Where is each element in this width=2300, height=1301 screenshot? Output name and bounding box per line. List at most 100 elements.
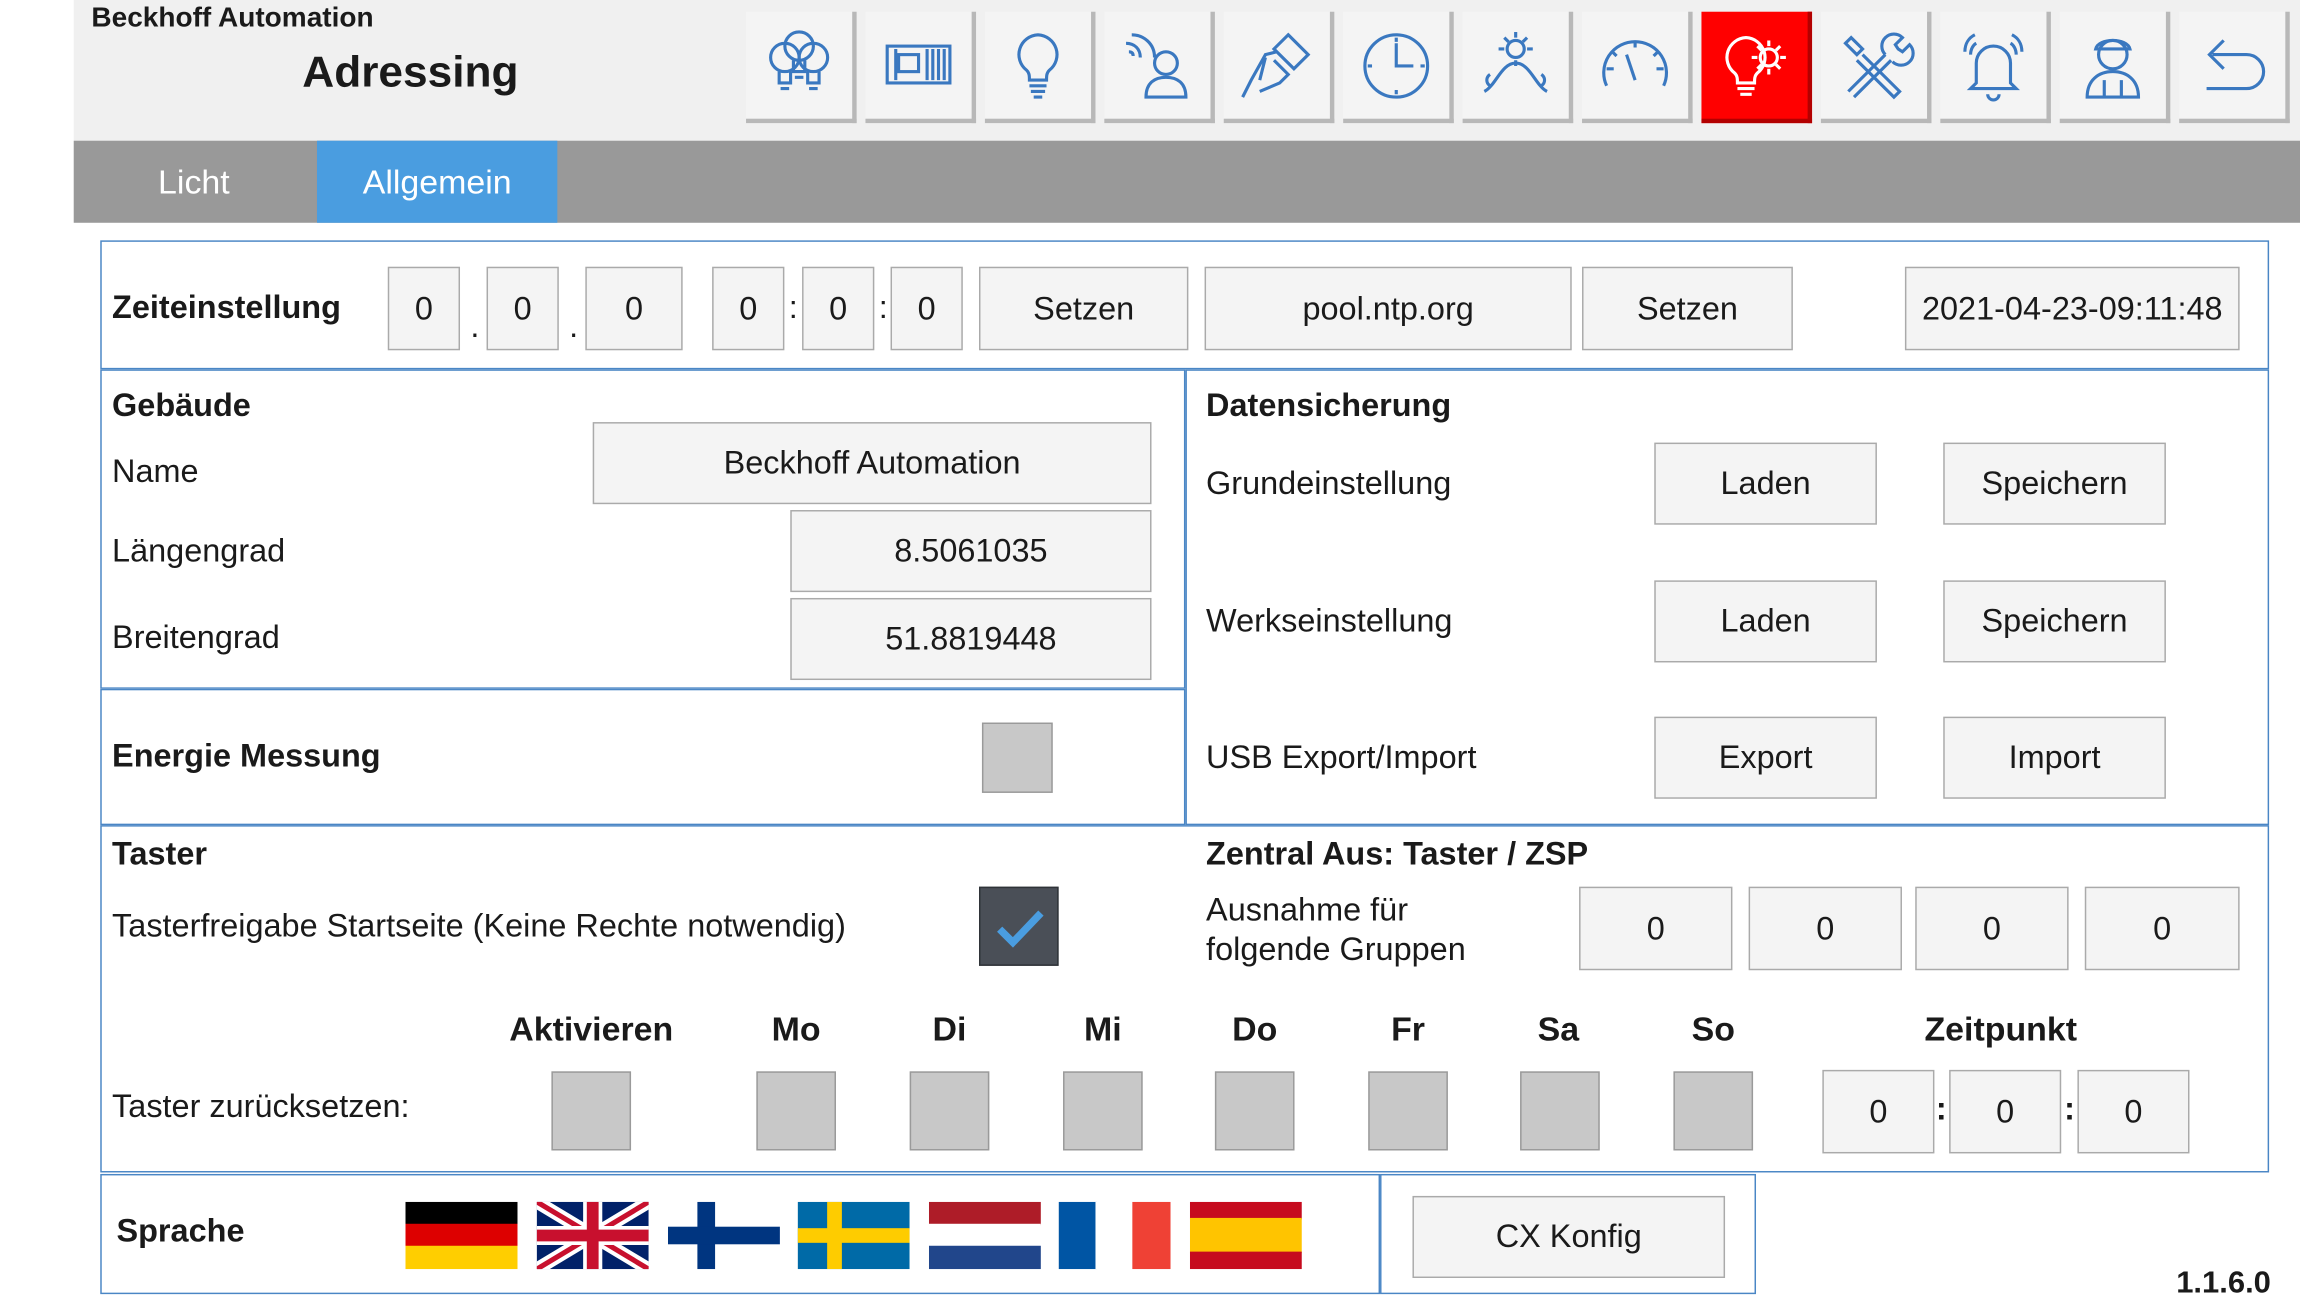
basic-load-button[interactable]: Laden [1654,442,1877,525]
taster-release-checkbox[interactable] [979,886,1059,966]
nav-settings-button[interactable] [1701,11,1813,124]
central-off-title: Zentral Aus: Taster / ZSP [1206,835,1589,873]
blinds-icon [885,43,952,84]
reset-mo-checkbox[interactable] [756,1071,836,1151]
date-separator: . [470,307,480,345]
nav-alarm-button[interactable] [1940,11,2051,124]
taster-title: Taster [112,835,208,873]
language-label: Sprache [116,1212,245,1249]
language-fi-button[interactable] [667,1201,780,1270]
backup-basic-label: Grundeinstellung [1206,464,1452,502]
tab-licht[interactable]: Licht [74,141,314,223]
energy-label: Energie Messung [112,737,381,774]
back-arrow-icon [2206,38,2266,90]
tab-allgemein[interactable]: Allgemein [316,140,558,223]
nav-light-groups-button[interactable] [746,11,857,124]
cx-config-button[interactable]: CX Konfig [1412,1195,1726,1279]
time-hour-field[interactable]: 0 [712,266,785,351]
usb-export-button[interactable]: Export [1654,716,1877,799]
nav-pushbutton-button[interactable] [1223,11,1335,124]
time-minute-field[interactable]: 0 [802,266,875,351]
nl-flag-icon [928,1201,1041,1270]
header-do: Do [1232,1009,1278,1048]
language-de-button[interactable] [405,1201,518,1270]
language-en-button[interactable] [536,1201,649,1270]
exception-group-field[interactable]: 0 [2084,886,2240,971]
bulb-icon [1017,32,1059,98]
header-time: Zeitpunkt [1924,1009,2078,1048]
nav-time-button[interactable] [1343,11,1454,124]
language-fr-button[interactable] [1058,1201,1171,1270]
exception-group-field[interactable]: 0 [1579,886,1733,971]
longitude-label: Längengrad [112,532,286,569]
reset-minute-field[interactable]: 0 [1949,1069,2062,1154]
time-settings-label: Zeiteinstellung [112,288,341,326]
header-mo: Mo [771,1009,821,1048]
usb-import-button[interactable]: Import [1943,716,2166,799]
reset-do-checkbox[interactable] [1214,1071,1295,1151]
header-activate: Aktivieren [509,1009,674,1048]
nav-tools-button[interactable] [1820,11,1932,124]
basic-save-button[interactable]: Speichern [1943,442,2166,525]
reset-hour-field[interactable]: 0 [1822,1069,1935,1154]
nav-blinds-button[interactable] [865,11,977,124]
energy-checkbox[interactable] [981,722,1053,793]
date-separator: . [569,307,579,345]
date-year-field[interactable]: 0 [585,266,683,351]
exception-group-field[interactable]: 0 [1748,886,1902,971]
fr-flag-icon [1058,1201,1171,1270]
reset-di-checkbox[interactable] [909,1071,990,1151]
header-mi: Mi [1084,1009,1122,1048]
reset-activate-checkbox[interactable] [551,1071,632,1151]
checkmark-icon [997,910,1044,948]
language-nl-button[interactable] [928,1201,1041,1270]
exception-label-line2: folgende Gruppen [1206,930,1466,968]
nav-presence-button[interactable] [1104,11,1215,124]
nav-daylight-button[interactable] [1462,11,1574,124]
pushbutton-icon [1241,31,1311,98]
uk-flag-icon [536,1201,649,1270]
time-separator: : [1935,1090,1947,1128]
building-title: Gebäude [112,386,251,424]
reset-so-checkbox[interactable] [1673,1071,1754,1151]
gauge-icon [1602,39,1669,86]
nav-user-button[interactable] [2059,11,2171,124]
se-flag-icon [797,1201,910,1270]
es-flag-icon [1189,1201,1302,1270]
tools-icon [1843,31,1915,99]
reset-mi-checkbox[interactable] [1063,1071,1143,1151]
bulb-gear-icon [1725,35,1786,96]
date-month-field[interactable]: 0 [486,266,559,351]
language-se-button[interactable] [797,1201,910,1270]
factory-save-button[interactable]: Speichern [1943,580,2166,663]
factory-load-button[interactable]: Laden [1654,580,1877,663]
header-di: Di [932,1009,967,1048]
language-es-button[interactable] [1189,1201,1302,1270]
app-window: Beckhoff Automation Adressing Licht Allg… [0,0,2300,1300]
latitude-field[interactable]: 51.8819448 [790,597,1152,681]
date-day-field[interactable]: 0 [387,266,461,351]
time-separator: : [788,288,798,326]
building-name-field[interactable]: Beckhoff Automation [592,422,1152,505]
time-second-field[interactable]: 0 [890,266,963,351]
latitude-label: Breitengrad [112,618,280,656]
reset-second-field[interactable]: 0 [2077,1069,2190,1154]
longitude-field[interactable]: 8.5061035 [790,510,1152,593]
presence-icon [1125,32,1188,98]
reset-fr-checkbox[interactable] [1368,1071,1448,1151]
exception-label-line1: Ausnahme für [1206,891,1409,928]
light-bulbs-icon [769,29,830,90]
backup-title: Datensicherung [1206,386,1452,424]
nav-lighting-button[interactable] [984,11,1096,124]
reset-sa-checkbox[interactable] [1520,1071,1600,1151]
current-datetime-display: 2021-04-23-09:11:48 [1904,266,2240,351]
set-time-button[interactable]: Setzen [979,266,1189,351]
nav-energy-button[interactable] [1582,11,1693,124]
daylight-icon [1483,31,1548,93]
page-title: Adressing [302,48,519,97]
set-ntp-button[interactable]: Setzen [1582,266,1793,351]
nav-back-button[interactable] [2179,11,2290,124]
ntp-server-field[interactable]: pool.ntp.org [1204,266,1572,351]
usb-label: USB Export/Import [1206,738,1477,776]
exception-group-field[interactable]: 0 [1915,886,2069,971]
